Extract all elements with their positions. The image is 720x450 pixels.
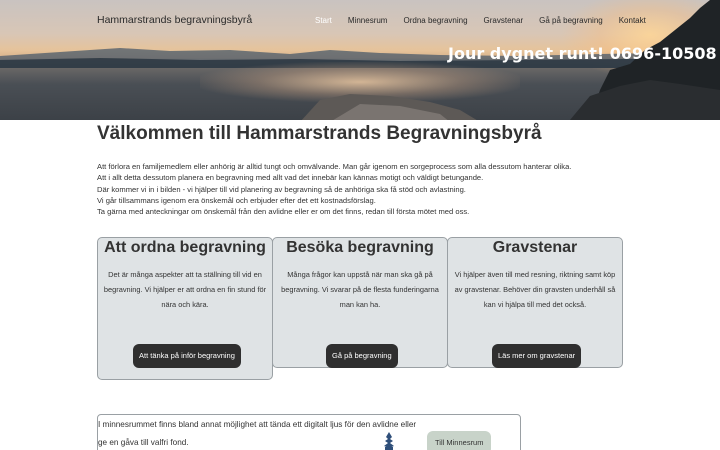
card-text: Det är många aspekter att ta ställning t… — [103, 270, 267, 309]
nav-item-start[interactable]: Start — [315, 16, 332, 25]
card-title: Gravstenar — [492, 239, 578, 256]
card-button-att-tanka[interactable]: Att tänka på inför begravning — [133, 344, 241, 368]
page-title: Välkommen till Hammarstrands Begravnings… — [97, 123, 542, 144]
nav-item-kontakt[interactable]: Kontakt — [619, 16, 646, 25]
card-button-ga-pa-begravning[interactable]: Gå på begravning — [326, 344, 398, 368]
nav-item-ga-pa-begravning[interactable]: Gå på begravning — [539, 16, 603, 25]
nav-item-ordna-begravning[interactable]: Ordna begravning — [403, 16, 467, 25]
candle-icon — [384, 432, 394, 450]
intro-line: Vi går tillsammans igenom era önskemål o… — [97, 195, 376, 205]
intro-line: Att i allt detta dessutom planera en beg… — [97, 173, 484, 183]
card-ordna-begravning: Att ordna begravning Det är många aspekt… — [97, 237, 273, 380]
main-nav: Start Minnesrum Ordna begravning Gravste… — [315, 16, 662, 25]
card-gravstenar: Gravstenar Vi hjälper även till med resn… — [447, 237, 623, 368]
memory-room-button[interactable]: Till Minnesrum — [427, 431, 492, 450]
card-text: Många frågor kan uppstå när man ska gå p… — [281, 270, 439, 309]
card-title: Att ordna begravning — [104, 239, 266, 256]
card-text: Vi hjälper även till med resning, riktni… — [454, 270, 616, 309]
phone-banner: Jour dygnet runt! 0696-10508 — [448, 44, 717, 63]
card-title: Besöka begravning — [286, 239, 434, 256]
intro-line: Att förlora en familjemedlem eller anhör… — [97, 162, 572, 171]
nav-item-minnesrum[interactable]: Minnesrum — [348, 16, 388, 25]
intro-line: Ta gärna med anteckningar om önskemål fr… — [97, 207, 470, 217]
site-logo-text[interactable]: Hammarstrands begravningsbyrå — [97, 14, 252, 26]
rock-shore — [301, 94, 477, 120]
hero-banner: Hammarstrands begravningsbyrå Start Minn… — [0, 0, 720, 120]
memory-text: I minnesrummet finns bland annat möjligh… — [98, 420, 417, 447]
nav-item-gravstenar[interactable]: Gravstenar — [484, 16, 524, 25]
intro-text: Att förlora en familjemedlem eller anhör… — [97, 161, 571, 217]
memory-room-section: I minnesrummet finns bland annat möjligh… — [97, 414, 521, 450]
card-besoka-begravning: Besöka begravning Många frågor kan uppst… — [272, 237, 448, 368]
intro-line: Där kommer vi in i bilden - vi hjälper t… — [97, 184, 466, 194]
card-button-las-mer-gravstenar[interactable]: Läs mer om gravstenar — [492, 344, 582, 368]
